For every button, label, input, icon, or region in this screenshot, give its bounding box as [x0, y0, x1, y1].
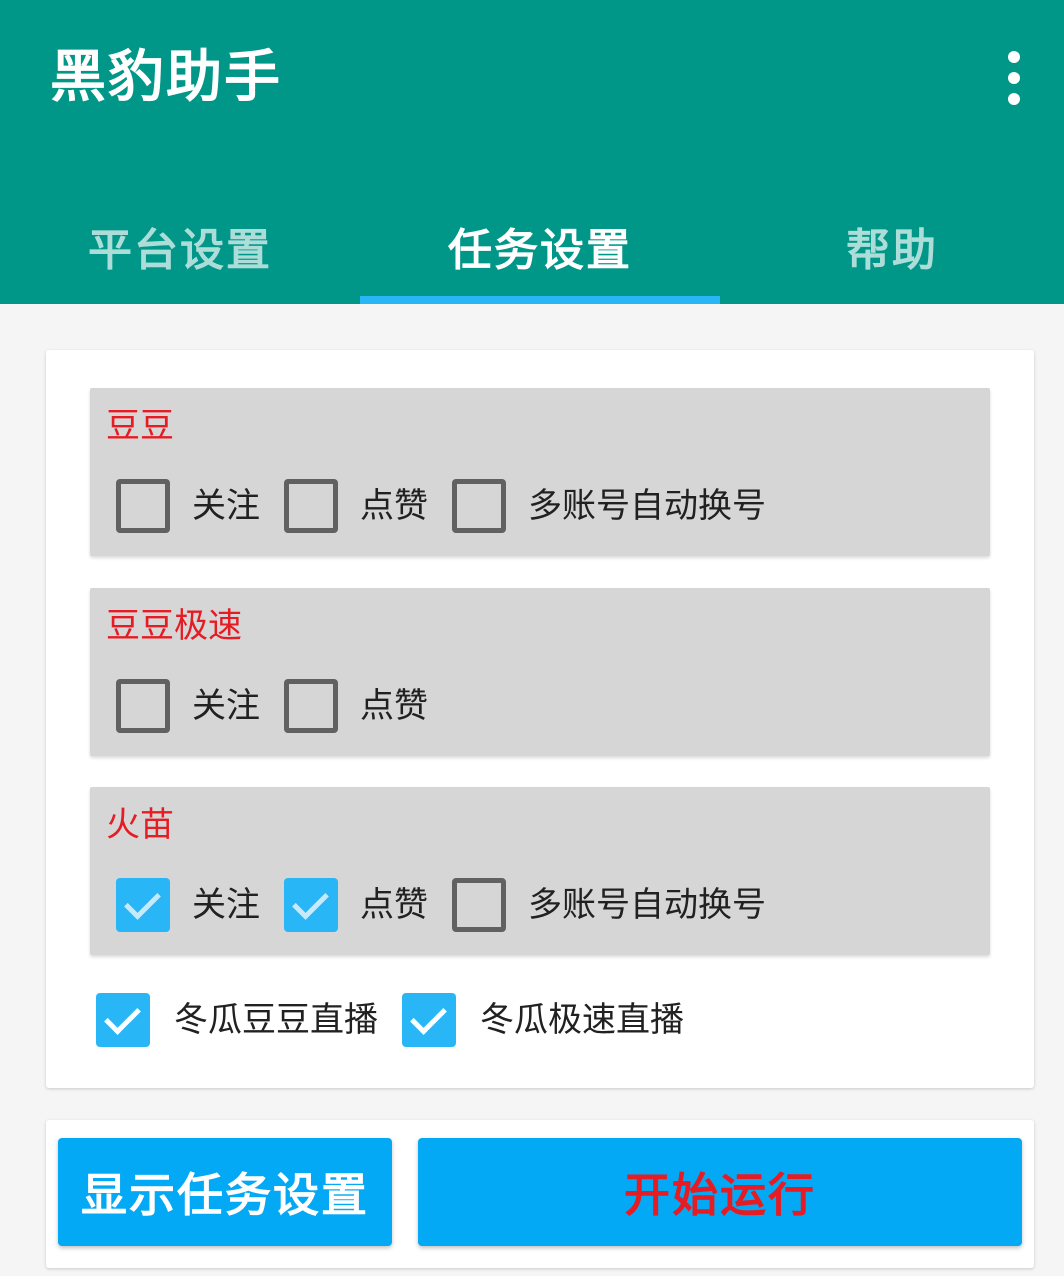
- checkbox-checked[interactable]: [284, 878, 338, 932]
- option-donggua-speed-live[interactable]: 冬瓜极速直播: [402, 993, 708, 1047]
- checkbox[interactable]: [284, 679, 338, 733]
- option-label: 多账号自动换号: [528, 885, 766, 925]
- live-options-row: 冬瓜豆豆直播 冬瓜极速直播: [96, 990, 708, 1050]
- option-label: 关注: [192, 686, 260, 726]
- option-multi-account[interactable]: 多账号自动换号: [452, 878, 790, 932]
- tab-platform-settings[interactable]: 平台设置: [0, 196, 360, 296]
- option-row: 关注 点赞: [116, 676, 452, 736]
- tab-task-settings[interactable]: 任务设置: [360, 196, 720, 296]
- option-label: 关注: [192, 486, 260, 526]
- show-task-settings-button[interactable]: 显示任务设置: [58, 1138, 392, 1246]
- more-vert-icon[interactable]: [990, 46, 1038, 110]
- option-like[interactable]: 点赞: [284, 479, 452, 533]
- group-huomiao: 火苗 关注 点赞 多账号自动换号: [90, 787, 990, 955]
- checkbox[interactable]: [116, 679, 170, 733]
- option-label: 冬瓜极速直播: [480, 1000, 684, 1040]
- app-title: 黑豹助手: [50, 45, 282, 110]
- tab-help[interactable]: 帮助: [720, 196, 1064, 296]
- start-button[interactable]: 开始运行: [418, 1138, 1022, 1246]
- option-label: 点赞: [360, 686, 428, 726]
- checkbox[interactable]: [452, 479, 506, 533]
- option-like[interactable]: 点赞: [284, 878, 452, 932]
- option-row: 关注 点赞 多账号自动换号: [116, 875, 790, 935]
- action-bar: 显示任务设置 开始运行: [46, 1120, 1034, 1268]
- group-doudou: 豆豆 关注 点赞 多账号自动换号: [90, 388, 990, 556]
- checkbox-checked[interactable]: [116, 878, 170, 932]
- group-title: 豆豆极速: [106, 606, 242, 646]
- tab-indicator: [360, 296, 720, 304]
- option-row: 关注 点赞 多账号自动换号: [116, 476, 790, 536]
- group-title: 火苗: [106, 805, 174, 845]
- option-label: 冬瓜豆豆直播: [174, 1000, 378, 1040]
- option-like[interactable]: 点赞: [284, 679, 452, 733]
- checkbox-checked[interactable]: [402, 993, 456, 1047]
- option-label: 点赞: [360, 486, 428, 526]
- option-label: 点赞: [360, 885, 428, 925]
- checkbox-checked[interactable]: [96, 993, 150, 1047]
- option-follow[interactable]: 关注: [116, 679, 284, 733]
- checkbox[interactable]: [452, 878, 506, 932]
- option-label: 多账号自动换号: [528, 486, 766, 526]
- option-donggua-doudou-live[interactable]: 冬瓜豆豆直播: [96, 993, 402, 1047]
- menu-dot: [1008, 72, 1020, 84]
- menu-dot: [1008, 51, 1020, 63]
- option-follow[interactable]: 关注: [116, 479, 284, 533]
- app-bar: 黑豹助手 平台设置 任务设置 帮助: [0, 0, 1064, 304]
- checkbox[interactable]: [284, 479, 338, 533]
- task-settings-card: 豆豆 关注 点赞 多账号自动换号 豆豆极速 关注 点赞 火苗 关注 点赞 多账号…: [46, 350, 1034, 1088]
- group-title: 豆豆: [106, 406, 174, 446]
- group-doudou-speed: 豆豆极速 关注 点赞: [90, 588, 990, 756]
- menu-dot: [1008, 93, 1020, 105]
- checkbox[interactable]: [116, 479, 170, 533]
- option-label: 关注: [192, 885, 260, 925]
- option-multi-account[interactable]: 多账号自动换号: [452, 479, 790, 533]
- option-follow[interactable]: 关注: [116, 878, 284, 932]
